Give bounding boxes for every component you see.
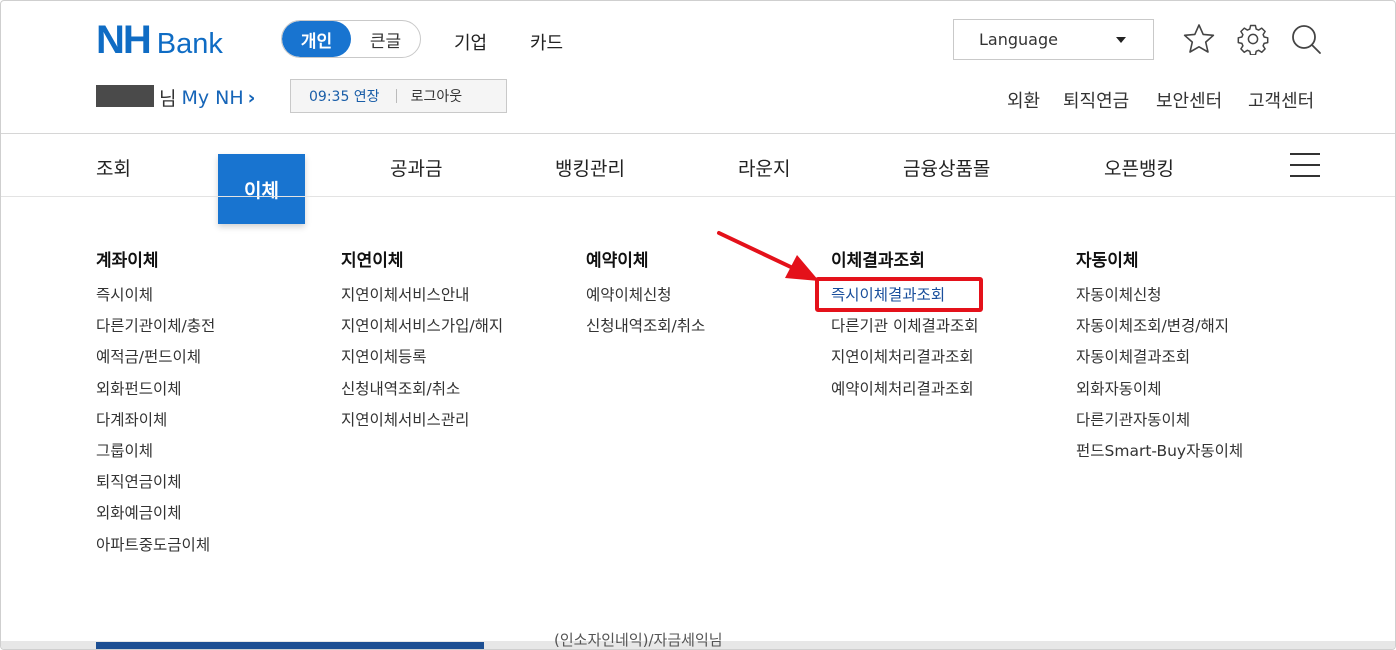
menu-item[interactable]: 지연이체서비스관리 [341,409,503,440]
menu-column-account-transfer: 계좌이체 즉시이체 다른기관이체/충전 예적금/펀드이체 외화펀드이체 다계좌이… [96,246,215,565]
menu-item[interactable]: 예적금/펀드이체 [96,346,215,377]
menu-column-title: 계좌이체 [96,251,159,271]
gnb-item-transfer[interactable]: 이체 [218,154,305,224]
menu-item[interactable]: 다른기관자동이체 [1076,409,1243,440]
menu-column-title: 자동이체 [1076,251,1139,271]
session-divider [395,89,397,103]
menu-item[interactable]: 자동이체신청 [1076,284,1243,315]
menu-item[interactable]: 예약이체신청 [586,284,705,315]
session-extend-button[interactable]: 09:35 연장 [309,86,380,106]
menu-column-title: 지연이체 [341,251,404,271]
menu-item[interactable]: 지연이체서비스안내 [341,284,503,315]
name-suffix: 님 [159,88,177,110]
menu-item[interactable]: 그룹이체 [96,440,215,471]
menu-item[interactable]: 즉시이체 [96,284,215,315]
menu-item[interactable]: 퇴직연금이체 [96,471,215,502]
session-box: 09:35 연장 로그아웃 [290,79,507,113]
menu-item[interactable]: 다른기관 이체결과조회 [831,315,979,346]
underlying-page-text: (인소자인네익)/자금세익님 [554,631,723,649]
menu-item[interactable]: 다계좌이체 [96,409,215,440]
gnb-item-inquiry[interactable]: 조회 [96,154,131,181]
menu-item[interactable]: 자동이체결과조회 [1076,346,1243,377]
gnb-item-utility-bills[interactable]: 공과금 [390,154,442,181]
menu-item[interactable]: 다른기관이체/충전 [96,315,215,346]
menu-item[interactable]: 외화자동이체 [1076,378,1243,409]
menu-item[interactable]: 지연이체서비스가입/해지 [341,315,503,346]
my-nh-link[interactable]: My NH [181,87,243,109]
user-greeting: 님 My NH › [159,84,256,111]
header-divider [1,133,1395,134]
util-link-pension[interactable]: 퇴직연금 [1063,87,1129,113]
nh-bank-logo[interactable]: NH Bank [96,18,223,63]
util-link-forex[interactable]: 외환 [1007,87,1040,113]
search-icon[interactable] [1290,23,1322,55]
mode-large-text-button[interactable]: 큰글 [351,21,420,57]
logo-mark: NH [96,18,152,62]
menu-column-transfer-results: 이체결과조회 즉시이체결과조회 다른기관 이체결과조회 지연이체처리결과조회 예… [831,246,979,409]
star-icon[interactable] [1183,23,1215,55]
language-select[interactable]: Language [953,19,1154,60]
util-link-customer[interactable]: 고객센터 [1248,87,1314,113]
caret-down-icon [1116,37,1126,43]
menu-column-title: 이체결과조회 [831,251,925,271]
menu-column-delayed-transfer: 지연이체 지연이체서비스안내 지연이체서비스가입/해지 지연이체등록 신청내역조… [341,246,503,440]
menu-column-scheduled-transfer: 예약이체 예약이체신청 신청내역조회/취소 [586,246,705,346]
menu-icon[interactable] [1290,153,1320,177]
gnb-item-product-mall[interactable]: 금융상품몰 [903,154,990,181]
top-link-business[interactable]: 기업 [454,29,487,55]
menu-item[interactable]: 아파트중도금이체 [96,534,215,565]
language-select-label: Language [979,30,1058,49]
menu-item[interactable]: 자동이체조회/변경/해지 [1076,315,1243,346]
menu-item[interactable]: 지연이체처리결과조회 [831,346,979,377]
gnb-item-open-banking[interactable]: 오픈뱅킹 [1104,154,1174,181]
gear-icon[interactable] [1237,23,1269,55]
mode-personal-button[interactable]: 개인 [282,21,351,57]
menu-item[interactable]: 예약이체처리결과조회 [831,378,979,409]
top-link-card[interactable]: 카드 [530,29,563,55]
menu-item[interactable]: 외화펀드이체 [96,378,215,409]
site-mode-toggle: 개인 큰글 [281,20,421,58]
gnb-divider [1,196,1395,197]
menu-item[interactable]: 지연이체등록 [341,346,503,377]
menu-item[interactable]: 펀드Smart-Buy자동이체 [1076,440,1243,471]
chevron-right-icon: › [247,86,256,109]
logout-button[interactable]: 로그아웃 [411,86,463,106]
logo-word: Bank [156,28,223,60]
menu-column-title: 예약이체 [586,251,649,271]
gnb-item-lounge[interactable]: 라운지 [738,154,790,181]
menu-item[interactable]: 신청내역조회/취소 [341,378,503,409]
menu-column-auto-transfer: 자동이체 자동이체신청 자동이체조회/변경/해지 자동이체결과조회 외화자동이체… [1076,246,1243,471]
menu-item[interactable]: 외화예금이체 [96,502,215,533]
highlight-box [815,277,983,312]
util-link-security[interactable]: 보안센터 [1156,87,1222,113]
masked-user-name [96,85,154,107]
menu-item[interactable]: 신청내역조회/취소 [586,315,705,346]
browser-frame: NH Bank 개인 큰글 기업 카드 Language 님 My NH › 0… [0,0,1396,650]
arrow-annotation-icon [717,231,819,281]
gnb-item-banking-management[interactable]: 뱅킹관리 [555,154,625,181]
underlying-banner [96,642,484,649]
